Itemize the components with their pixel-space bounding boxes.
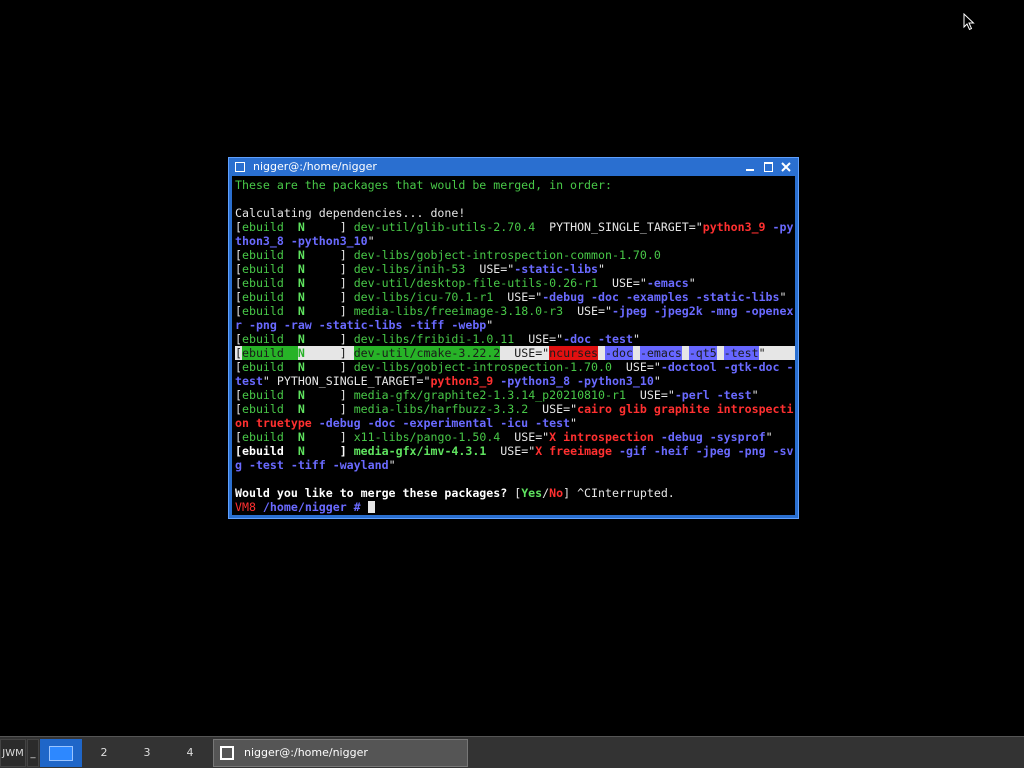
terminal-line: [ebuild N ] media-gfx/graphite2-1.3.14_p… (235, 388, 759, 402)
show-desktop-button[interactable]: _ (27, 739, 39, 767)
desktop-3-button[interactable]: 3 (126, 739, 168, 767)
minimize-button[interactable] (744, 161, 756, 173)
close-button[interactable] (780, 161, 792, 173)
terminal-line: Calculating dependencies... done! (235, 206, 466, 220)
terminal-line: Would you like to merge these packages? … (235, 486, 675, 500)
mouse-pointer-icon (963, 13, 975, 31)
terminal-line: [ebuild N ] dev-libs/inih-53 USE="-stati… (235, 262, 606, 276)
terminal-line: [ebuild N ] x11-libs/pango-1.50.4 USE="X… (235, 430, 773, 444)
window-titlebar[interactable]: nigger@:/home/nigger (229, 158, 798, 176)
terminal-line: thon3_8 -python3_10" (235, 234, 375, 248)
maximize-icon (763, 162, 773, 172)
terminal-line: g -test -tiff -wayland" (235, 458, 396, 472)
desktop-2-button[interactable]: 2 (83, 739, 125, 767)
terminal-line: test" PYTHON_SINGLE_TARGET="python3_9 -p… (235, 374, 661, 388)
taskbar-window-label: nigger@:/home/nigger (244, 746, 368, 759)
jwm-menu-button[interactable]: JWM (0, 739, 26, 767)
terminal-line: [ebuild N ] media-libs/harfbuzz-3.3.2 US… (235, 402, 794, 416)
terminal-line: [ebuild N ] dev-util/desktop-file-utils-… (235, 276, 696, 290)
window-icon (220, 746, 234, 760)
desktop-preview-icon (49, 745, 73, 761)
minimize-icon (746, 169, 754, 171)
desktop-1-button[interactable] (40, 739, 82, 767)
terminal-line-selected: [ebuild N ] dev-util/cmake-3.22.2 USE="n… (235, 346, 795, 360)
terminal-line: These are the packages that would be mer… (235, 178, 612, 192)
terminal-output[interactable]: These are the packages that would be mer… (232, 176, 795, 515)
close-icon (781, 162, 791, 172)
taskbar: JWM _ 2 3 4 nigger@:/home/nigger (0, 736, 1024, 768)
terminal-line: [ebuild N ] media-gfx/imv-4.3.1 USE="X f… (235, 444, 794, 458)
terminal-line: [ebuild N ] dev-util/glib-utils-2.70.4 P… (235, 220, 794, 234)
window-menu-icon[interactable] (235, 162, 245, 172)
terminal-prompt[interactable]: VM8 /home/nigger # (235, 500, 795, 514)
terminal-line: [ebuild N ] dev-libs/fribidi-1.0.11 USE=… (235, 332, 640, 346)
maximize-button[interactable] (762, 161, 774, 173)
terminal-line: [ebuild N ] media-libs/freeimage-3.18.0-… (235, 304, 794, 318)
terminal-line: [ebuild N ] dev-libs/icu-70.1-r1 USE="-d… (235, 290, 787, 304)
text-cursor (367, 501, 375, 513)
terminal-line: on truetype -debug -doc -experimental -i… (235, 416, 578, 430)
window-title: nigger@:/home/nigger (253, 160, 377, 173)
terminal-window[interactable]: nigger@:/home/nigger These are the packa… (228, 157, 799, 519)
terminal-line: [ebuild N ] dev-libs/gobject-introspecti… (235, 248, 661, 262)
terminal-line: [ebuild N ] dev-libs/gobject-introspecti… (235, 360, 794, 374)
terminal-line: r -png -raw -static-libs -tiff -webp" (235, 318, 494, 332)
taskbar-window-item[interactable]: nigger@:/home/nigger (213, 739, 468, 767)
desktop-4-button[interactable]: 4 (169, 739, 211, 767)
